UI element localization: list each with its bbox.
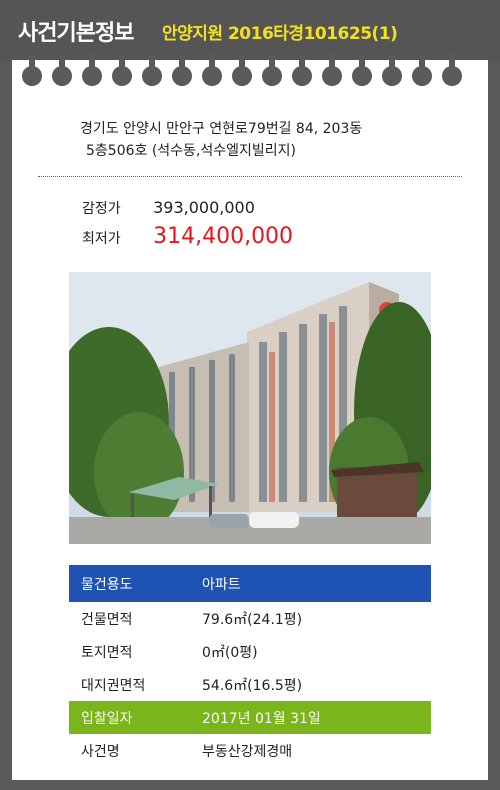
binder-ring-icon (382, 54, 402, 86)
row-label: 물건용도 (81, 576, 133, 593)
row-value: 부동산강제경매 (202, 743, 293, 760)
binder-ring-icon (232, 54, 252, 86)
address-line-2: 5층506호 (석수동,석수엘지빌리지) (86, 143, 297, 159)
binder-ring-icon (292, 54, 312, 86)
binder-ring-icon (112, 54, 132, 86)
table-row-usage: 물건용도 아파트 (69, 565, 431, 602)
table-row-land-area: 토지면적 0㎡(0평) (69, 635, 431, 668)
table-row-bid-date: 입찰일자 2017년 01월 31일 (69, 701, 431, 734)
minimum-value: 314,400,000 (153, 224, 294, 249)
address-line-1: 경기도 안양시 만안구 연현로79번길 84, 203동 (80, 121, 363, 137)
dotted-divider (38, 176, 462, 177)
binder-ring-icon (412, 54, 432, 86)
binder-ring-icon (82, 54, 102, 86)
minimum-label: 최저가 (82, 231, 121, 247)
row-value: 2017년 01월 31일 (202, 710, 321, 727)
binder-ring-icon (52, 54, 72, 86)
minimum-price-row: 최저가 314,400,000 (82, 224, 293, 249)
row-label: 건물면적 (81, 611, 133, 628)
details-table: 물건용도 아파트 건물면적 79.6㎡(24.1평) 토지면적 0㎡(0평) 대… (69, 565, 431, 767)
property-address: 경기도 안양시 만안구 연현로79번길 84, 203동 5층506호 (석수동… (80, 118, 440, 162)
property-photo (69, 272, 431, 544)
binder-ring-icon (202, 54, 222, 86)
row-label: 토지면적 (81, 644, 133, 661)
binder-ring-icon (352, 54, 372, 86)
binder-ring-icon (172, 54, 192, 86)
binder-ring-icon (262, 54, 282, 86)
row-label: 입찰일자 (81, 710, 133, 727)
row-value: 79.6㎡(24.1평) (202, 611, 303, 628)
binder-ring-icon (142, 54, 162, 86)
binder-ring-icon (322, 54, 342, 86)
apartment-photo-image (69, 272, 431, 544)
row-label: 대지권면적 (81, 677, 146, 694)
table-row-land-rights-area: 대지권면적 54.6㎡(16.5평) (69, 668, 431, 701)
row-label: 사건명 (81, 743, 120, 760)
case-number: 안양지원 2016타경101625(1) (162, 24, 398, 44)
binder-rings (22, 54, 478, 90)
row-value: 아파트 (202, 576, 241, 593)
table-row-building-area: 건물면적 79.6㎡(24.1평) (69, 602, 431, 635)
header-bar: 사건기본정보 안양지원 2016타경101625(1) (0, 0, 500, 62)
table-row-case-name: 사건명 부동산강제경매 (69, 734, 431, 767)
page-title: 사건기본정보 (18, 21, 134, 46)
appraisal-value: 393,000,000 (153, 198, 255, 217)
appraisal-price-row: 감정가 393,000,000 (82, 198, 255, 218)
appraisal-label: 감정가 (82, 201, 121, 217)
row-value: 0㎡(0평) (202, 644, 258, 661)
row-value: 54.6㎡(16.5평) (202, 677, 303, 694)
binder-ring-icon (442, 54, 462, 86)
binder-ring-icon (22, 54, 42, 86)
